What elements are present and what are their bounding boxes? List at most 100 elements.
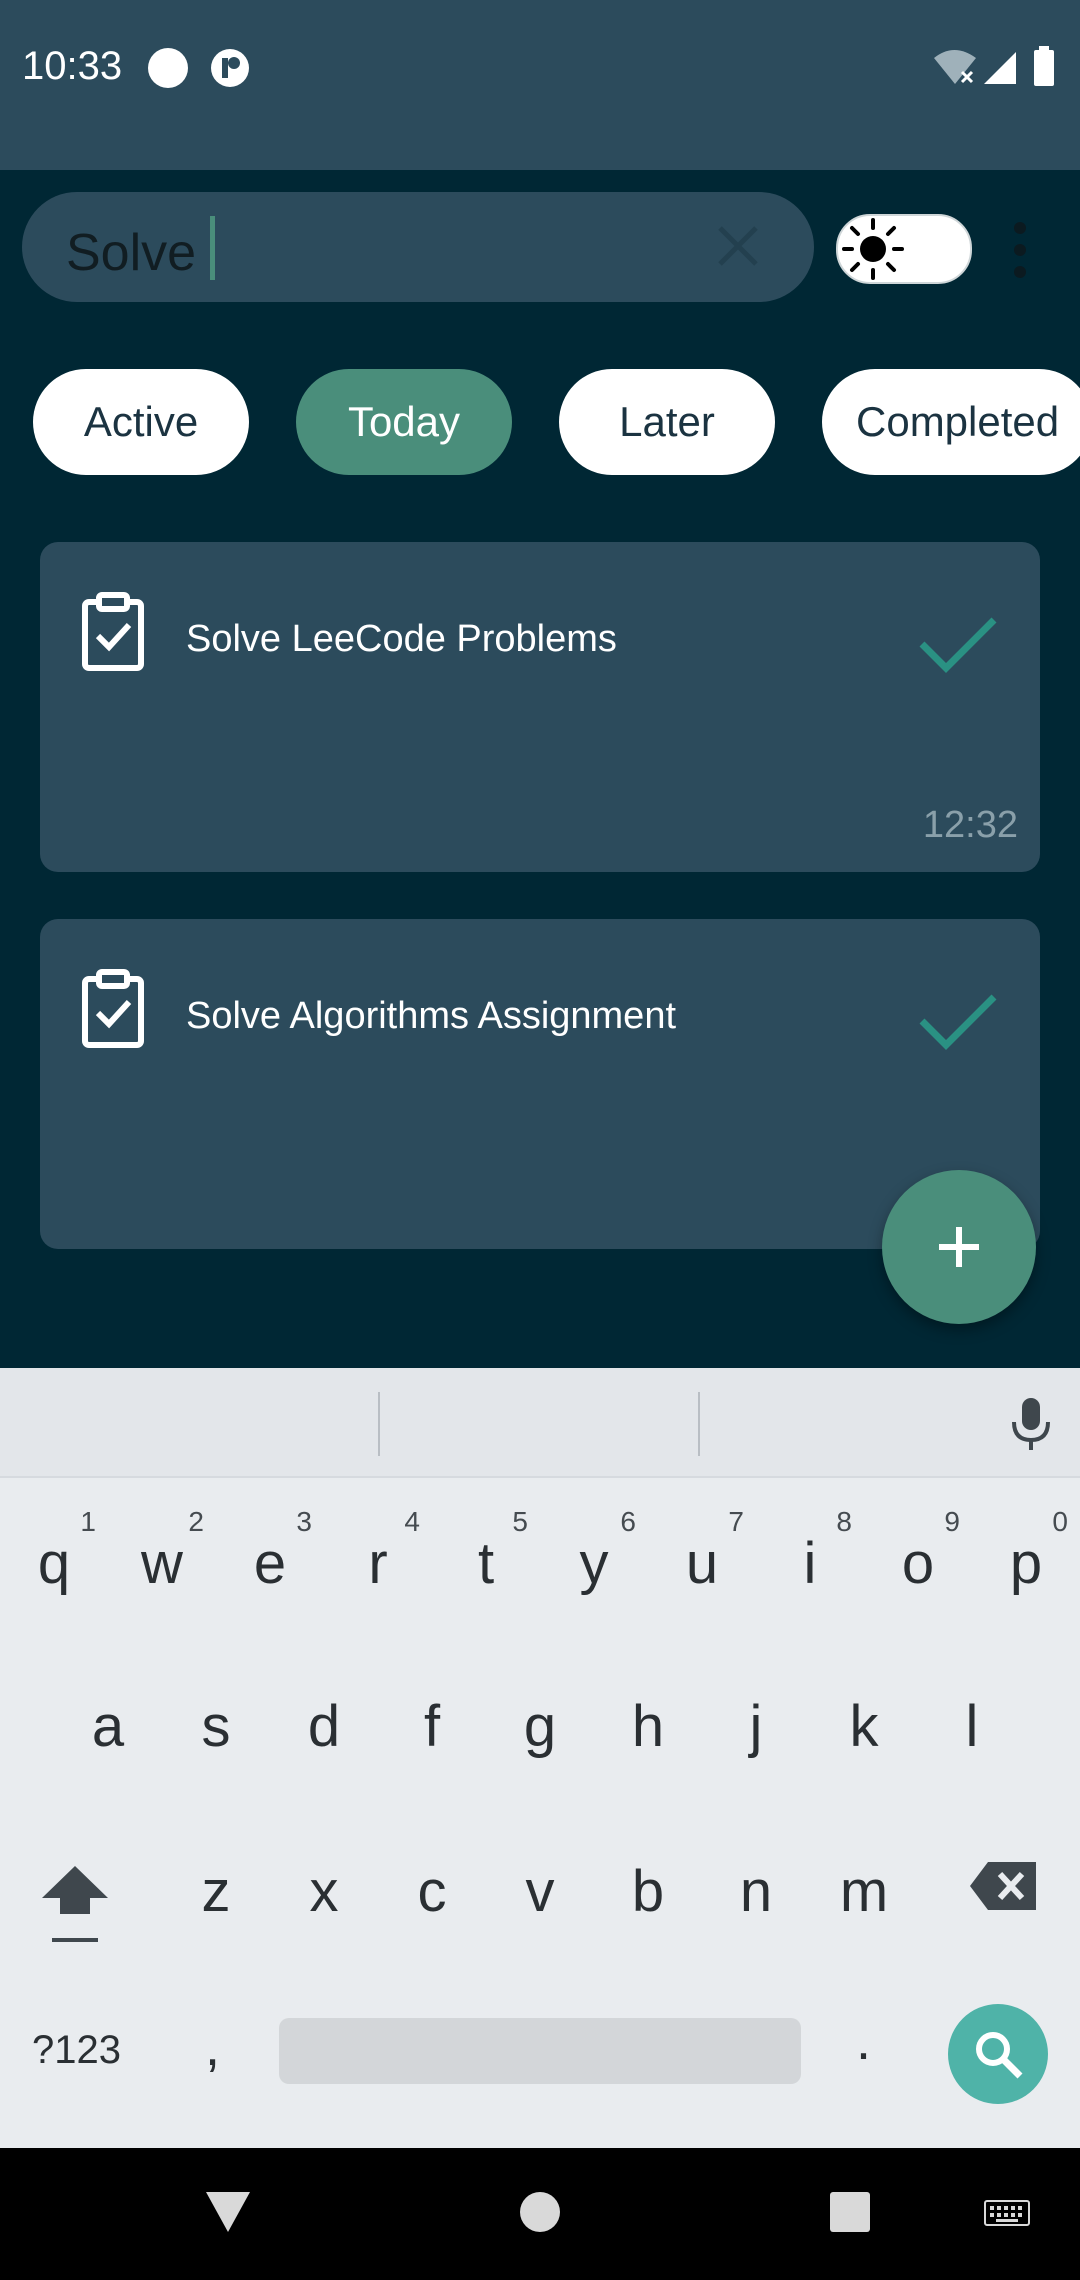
key-e[interactable]: e3 bbox=[216, 1488, 324, 1638]
check-icon[interactable] bbox=[918, 614, 998, 674]
circle-notification-icon bbox=[148, 48, 188, 88]
key-label: r bbox=[368, 1530, 388, 1596]
filter-chip-label: Active bbox=[83, 398, 199, 445]
filter-chip-label: Today bbox=[347, 398, 461, 445]
key-hint: 0 bbox=[1052, 1506, 1068, 1537]
task-time: 12:32 bbox=[922, 804, 1018, 846]
status-time: 10:33 bbox=[22, 44, 123, 88]
key-label: v bbox=[525, 1858, 555, 1924]
mic-icon[interactable] bbox=[1008, 1396, 1054, 1452]
key-p[interactable]: p0 bbox=[972, 1488, 1080, 1638]
add-task-button[interactable] bbox=[882, 1170, 1036, 1324]
key-label: h bbox=[631, 1693, 665, 1759]
recents-icon[interactable] bbox=[828, 2190, 872, 2234]
sun-icon bbox=[842, 218, 904, 280]
key-hint: 6 bbox=[620, 1506, 636, 1537]
key-label: j bbox=[749, 1693, 763, 1759]
key-hint: 2 bbox=[188, 1506, 204, 1537]
key-l[interactable]: l bbox=[918, 1651, 1026, 1801]
key-c[interactable]: c bbox=[378, 1816, 486, 1966]
key-label: u bbox=[685, 1530, 719, 1596]
period-key[interactable]: . bbox=[856, 2010, 871, 2072]
key-label: i bbox=[803, 1530, 817, 1596]
key-u[interactable]: u7 bbox=[648, 1488, 756, 1638]
key-label: f bbox=[423, 1693, 441, 1759]
key-hint: 4 bbox=[404, 1506, 420, 1537]
search-action-key[interactable] bbox=[948, 2004, 1048, 2104]
keyboard-switch-icon[interactable] bbox=[984, 2200, 1030, 2230]
key-f[interactable]: f bbox=[378, 1651, 486, 1801]
key-b[interactable]: b bbox=[594, 1816, 702, 1966]
task-card[interactable]: Solve LeeCode Problems 12:32 bbox=[40, 542, 1040, 872]
filter-chip-label: Later bbox=[619, 398, 715, 445]
back-icon[interactable] bbox=[204, 2190, 252, 2234]
key-label: m bbox=[839, 1858, 889, 1924]
key-y[interactable]: y6 bbox=[540, 1488, 648, 1638]
more-vert-icon[interactable] bbox=[1005, 220, 1035, 280]
search-icon bbox=[976, 2032, 1023, 2079]
key-hint: 5 bbox=[512, 1506, 528, 1537]
check-icon[interactable] bbox=[918, 991, 998, 1051]
text-cursor bbox=[210, 216, 216, 280]
filter-chip-today[interactable]: Today bbox=[296, 369, 512, 475]
key-s[interactable]: s bbox=[162, 1651, 270, 1801]
key-r[interactable]: r4 bbox=[324, 1488, 432, 1638]
key-a[interactable]: a bbox=[54, 1651, 162, 1801]
task-title: Solve LeeCode Problems bbox=[186, 618, 617, 660]
key-j[interactable]: j bbox=[702, 1651, 810, 1801]
status-bar: 10:33 bbox=[0, 0, 1080, 170]
key-g[interactable]: g bbox=[486, 1651, 594, 1801]
signal-icon bbox=[984, 52, 1016, 84]
suggestion-divider bbox=[698, 1392, 700, 1456]
key-hint: 3 bbox=[296, 1506, 312, 1537]
soft-keyboard: q1 w2 e3 r4 t5 y6 u7 i8 o9 p0 a s d f g … bbox=[0, 1368, 1080, 2148]
task-card[interactable]: Solve Algorithms Assignment bbox=[40, 919, 1040, 1249]
key-label: z bbox=[201, 1858, 231, 1924]
theme-toggle-switch[interactable] bbox=[836, 214, 972, 284]
key-z[interactable]: z bbox=[162, 1816, 270, 1966]
search-input[interactable]: Solve bbox=[66, 216, 216, 283]
key-v[interactable]: v bbox=[486, 1816, 594, 1966]
clipboard-check-icon bbox=[82, 592, 144, 671]
filter-chip-completed[interactable]: Completed bbox=[822, 369, 1080, 475]
plus-icon bbox=[939, 1227, 979, 1267]
key-k[interactable]: k bbox=[810, 1651, 918, 1801]
key-q[interactable]: q1 bbox=[0, 1488, 108, 1638]
space-bar[interactable] bbox=[279, 2018, 801, 2084]
key-i[interactable]: i8 bbox=[756, 1488, 864, 1638]
task-title: Solve Algorithms Assignment bbox=[186, 995, 677, 1037]
key-x[interactable]: x bbox=[270, 1816, 378, 1966]
key-hint: 8 bbox=[836, 1506, 852, 1537]
suggestion-divider bbox=[378, 1392, 380, 1456]
key-o[interactable]: o9 bbox=[864, 1488, 972, 1638]
key-hint: 1 bbox=[80, 1506, 96, 1537]
key-h[interactable]: h bbox=[594, 1651, 702, 1801]
key-hint: 9 bbox=[944, 1506, 960, 1537]
key-label: s bbox=[201, 1693, 231, 1759]
key-label: l bbox=[965, 1693, 979, 1759]
filter-chip-active[interactable]: Active bbox=[33, 369, 249, 475]
filter-chip-later[interactable]: Later bbox=[559, 369, 775, 475]
key-hint: 7 bbox=[728, 1506, 744, 1537]
filter-chip-label: Completed bbox=[856, 398, 1060, 445]
suggestion-bar bbox=[0, 1368, 1080, 1478]
key-label: d bbox=[307, 1693, 341, 1759]
key-d[interactable]: d bbox=[270, 1651, 378, 1801]
key-w[interactable]: w2 bbox=[108, 1488, 216, 1638]
backspace-icon[interactable] bbox=[968, 1860, 1040, 1912]
system-nav-bar bbox=[0, 2148, 1080, 2280]
search-field[interactable]: Solve bbox=[22, 192, 814, 302]
shift-icon[interactable] bbox=[40, 1858, 110, 1948]
key-m[interactable]: m bbox=[810, 1816, 918, 1966]
key-n[interactable]: n bbox=[702, 1816, 810, 1966]
clipboard-check-icon bbox=[82, 969, 144, 1048]
comma-key[interactable]: , bbox=[205, 2016, 220, 2078]
key-label: k bbox=[849, 1693, 879, 1759]
key-label: y bbox=[579, 1530, 609, 1596]
key-t[interactable]: t5 bbox=[432, 1488, 540, 1638]
home-icon[interactable] bbox=[518, 2190, 562, 2234]
symbols-key[interactable]: ?123 bbox=[32, 2028, 121, 2073]
close-icon[interactable] bbox=[714, 222, 762, 270]
app-notification-icon bbox=[211, 49, 249, 87]
key-label: n bbox=[739, 1858, 773, 1924]
